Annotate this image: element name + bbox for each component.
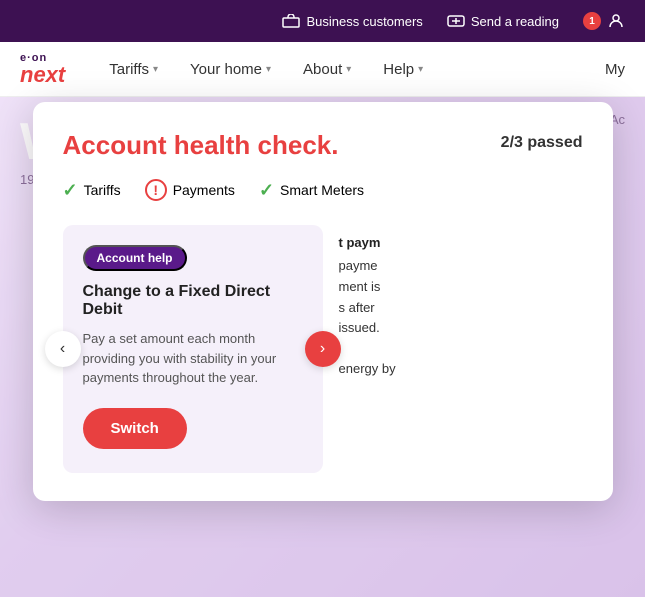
card-description: Pay a set amount each month providing yo…: [83, 329, 303, 388]
check-tariffs: ✓ Tariffs: [63, 180, 121, 201]
card-title: Change to a Fixed Direct Debit: [83, 283, 303, 319]
payment-text-2: ment is: [339, 277, 583, 298]
account-help-badge[interactable]: Account help: [83, 245, 187, 271]
account-icon: [607, 12, 625, 30]
check-pass-icon-2: ✓: [259, 180, 274, 201]
notification-badge: 1: [583, 12, 601, 30]
nav-your-home[interactable]: Your home ▾: [176, 53, 285, 86]
prev-arrow-button[interactable]: ‹: [45, 331, 81, 367]
send-reading-label: Send a reading: [471, 14, 559, 29]
energy-label: energy by: [339, 359, 583, 380]
modal-header: Account health check. 2/3 passed: [63, 130, 583, 161]
nav-tariffs[interactable]: Tariffs ▾: [95, 53, 172, 86]
main-background: We 192 G... Ac Account health check. 2/3…: [0, 97, 645, 597]
logo-next-text: next: [20, 64, 65, 86]
check-pass-icon: ✓: [63, 180, 78, 201]
check-smart-meters: ✓ Smart Meters: [259, 180, 364, 201]
check-items-row: ✓ Tariffs ! Payments ✓ Smart Meters: [63, 179, 583, 201]
send-reading-link[interactable]: Send a reading: [447, 12, 559, 30]
nav-items: Tariffs ▾ Your home ▾ About ▾ Help ▾: [95, 53, 437, 86]
chevron-down-icon: ▾: [418, 64, 423, 75]
business-customers-label: Business customers: [306, 14, 422, 29]
check-payments-label: Payments: [173, 182, 235, 198]
check-smart-meters-label: Smart Meters: [280, 182, 364, 198]
payment-text-3: s after: [339, 298, 583, 319]
chevron-down-icon: ▾: [153, 64, 158, 75]
modal-overlay: Account health check. 2/3 passed ✓ Tarif…: [0, 97, 645, 597]
chevron-down-icon: ▾: [266, 64, 271, 75]
payment-text-1: payme: [339, 256, 583, 277]
business-customers-link[interactable]: Business customers: [282, 12, 422, 30]
nav-your-home-label: Your home: [190, 61, 262, 78]
top-bar: Business customers Send a reading 1: [0, 0, 645, 42]
modal-passed: 2/3 passed: [501, 130, 583, 152]
health-check-modal: Account health check. 2/3 passed ✓ Tarif…: [33, 102, 613, 501]
modal-title: Account health check.: [63, 130, 339, 161]
next-arrow-button[interactable]: ›: [305, 331, 341, 367]
chevron-down-icon: ▾: [346, 64, 351, 75]
check-payments: ! Payments: [145, 179, 235, 201]
nav-my[interactable]: My: [605, 61, 625, 78]
nav-about[interactable]: About ▾: [289, 53, 365, 86]
switch-button[interactable]: Switch: [83, 408, 187, 449]
check-warn-icon: !: [145, 179, 167, 201]
nav-about-label: About: [303, 61, 342, 78]
payment-next-label: t paym: [339, 235, 583, 250]
nav-help[interactable]: Help ▾: [369, 53, 437, 86]
right-panel: t paym payme ment is s after issued. ene…: [339, 225, 583, 473]
payment-text-4: issued.: [339, 318, 583, 339]
business-icon: [282, 12, 300, 30]
nav-bar: e·on next Tariffs ▾ Your home ▾ About ▾ …: [0, 42, 645, 97]
logo[interactable]: e·on next: [20, 53, 65, 86]
card-row: Account help Change to a Fixed Direct De…: [63, 225, 583, 473]
nav-help-label: Help: [383, 61, 414, 78]
notification-link[interactable]: 1: [583, 12, 625, 30]
check-tariffs-label: Tariffs: [84, 182, 121, 198]
nav-tariffs-label: Tariffs: [109, 61, 149, 78]
account-help-card: Account help Change to a Fixed Direct De…: [63, 225, 323, 473]
meter-icon: [447, 12, 465, 30]
